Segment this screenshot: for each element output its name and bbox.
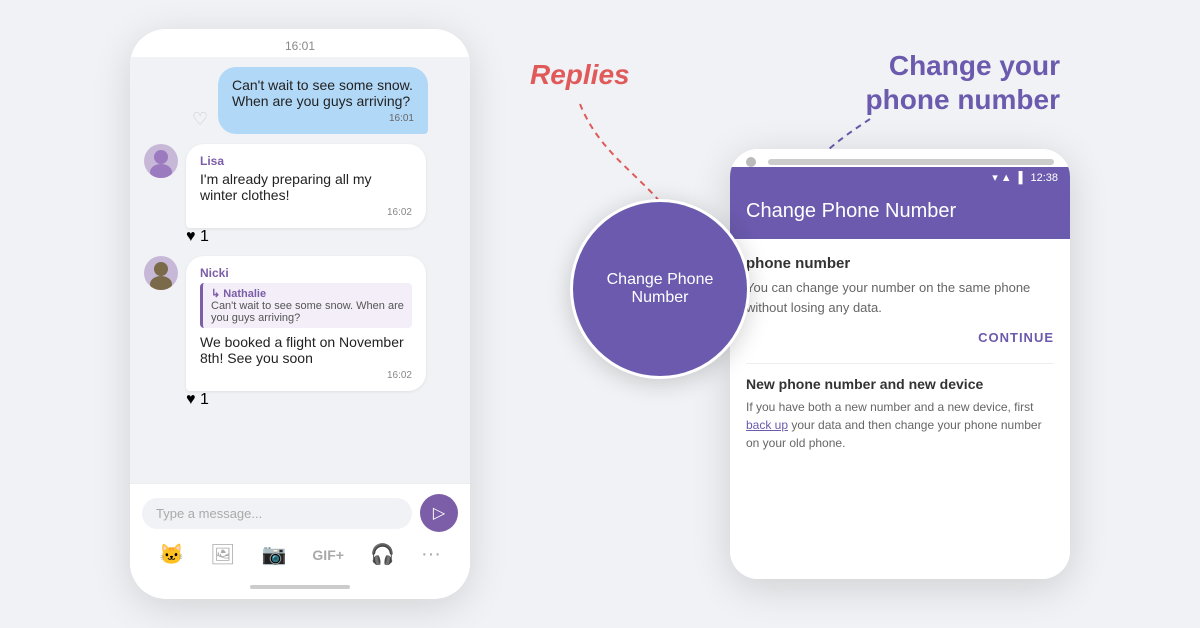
wifi-icon: ▾ bbox=[992, 171, 998, 184]
section2-title: New phone number and new device bbox=[746, 376, 1054, 392]
phone-notch bbox=[730, 149, 1070, 167]
right-section: Replies Change your phone number ▾ ▲ ▐ bbox=[510, 29, 1070, 599]
bubble-outgoing: Can't wait to see some snow. When are yo… bbox=[218, 67, 428, 134]
heart-icon-lisa: ♥ bbox=[186, 228, 196, 245]
home-bar bbox=[250, 585, 350, 589]
bubble-nicki: Nicki ↳ Nathalie Can't wait to see some … bbox=[186, 256, 426, 391]
magnifier-circle: Change Phone Number bbox=[570, 199, 750, 379]
heart-badge-nicki: ♥ 1 bbox=[186, 391, 426, 409]
section2-text-after: your data and then change your phone num… bbox=[746, 418, 1042, 450]
change-label-line2: phone number bbox=[866, 84, 1060, 115]
signal-icon: ▲ bbox=[1001, 172, 1012, 184]
phone-left: 16:01 ♡ Can't wait to see some snow. Whe… bbox=[130, 29, 470, 599]
more-icon[interactable]: ··· bbox=[421, 543, 441, 566]
notch-camera bbox=[746, 157, 756, 167]
gif-icon[interactable]: GIF+ bbox=[312, 547, 344, 563]
heart-count-nicki: 1 bbox=[200, 391, 209, 408]
reply-text: Can't wait to see some snow. When are yo… bbox=[211, 300, 404, 324]
bubble-lisa-text: I'm already preparing all my winter clot… bbox=[200, 171, 372, 203]
heart-icon-nicki: ♥ bbox=[186, 391, 196, 408]
magnifier-text: Change Phone Number bbox=[573, 271, 747, 307]
sender-lisa: Lisa bbox=[200, 154, 412, 168]
avatar-nicki bbox=[144, 256, 178, 290]
sender-nicki: Nicki bbox=[200, 266, 412, 280]
heart-count-lisa: 1 bbox=[200, 228, 209, 245]
emoji-icon[interactable]: 🐱 bbox=[159, 542, 184, 567]
phone-right: ▾ ▲ ▐ 12:38 Change Phone Number phone nu… bbox=[730, 149, 1070, 579]
input-bar: Type a message... ▷ 🐱 🖼 📷 GIF+ 🎧 ··· bbox=[130, 483, 470, 577]
status-time-left: 16:01 bbox=[285, 39, 315, 53]
section2-text: If you have both a new number and a new … bbox=[746, 398, 1054, 452]
phone-content: phone number You can change your number … bbox=[730, 239, 1070, 579]
camera-icon[interactable]: 📷 bbox=[261, 542, 286, 567]
reply-sender: ↳ Nathalie bbox=[211, 287, 404, 300]
icon-row: 🐱 🖼 📷 GIF+ 🎧 ··· bbox=[142, 542, 458, 567]
status-bar-left: 16:01 bbox=[130, 29, 470, 57]
phone-header: Change Phone Number bbox=[730, 188, 1070, 239]
backup-link[interactable]: back up bbox=[746, 418, 788, 432]
message-input[interactable]: Type a message... bbox=[142, 498, 412, 529]
change-label-line1: Change your bbox=[889, 50, 1060, 81]
battery-icon: ▐ bbox=[1015, 172, 1023, 184]
bubble-out-time: 16:01 bbox=[232, 113, 414, 124]
phone-header-title: Change Phone Number bbox=[746, 200, 1054, 223]
avatar-lisa bbox=[144, 144, 178, 178]
status-icons: ▾ ▲ ▐ bbox=[992, 171, 1022, 184]
chat-area: ♡ Can't wait to see some snow. When are … bbox=[130, 57, 470, 483]
continue-label: CONTINUE bbox=[978, 330, 1054, 345]
sticker-icon[interactable]: 🖼 bbox=[210, 542, 235, 567]
send-button[interactable]: ▷ bbox=[420, 494, 458, 532]
bubble-lisa-time: 16:02 bbox=[200, 207, 412, 218]
section1-title: phone number bbox=[746, 255, 1054, 272]
bubble-nicki-text: We booked a flight on November 8th! See … bbox=[200, 334, 404, 366]
magnifier-inner: Change Phone Number bbox=[573, 202, 747, 376]
bubble-lisa: Lisa I'm already preparing all my winter… bbox=[186, 144, 426, 228]
message-row-nicki: Nicki ↳ Nathalie Can't wait to see some … bbox=[144, 256, 456, 409]
audio-icon[interactable]: 🎧 bbox=[370, 542, 395, 567]
bubble-nicki-time: 16:02 bbox=[200, 370, 412, 381]
notch-bar bbox=[768, 159, 1054, 165]
heart-icon-out: ♡ bbox=[192, 109, 208, 130]
message-row-lisa: Lisa I'm already preparing all my winter… bbox=[144, 144, 456, 246]
status-time-right: 12:38 bbox=[1030, 172, 1058, 184]
home-indicator bbox=[130, 577, 470, 599]
input-placeholder: Type a message... bbox=[156, 506, 262, 521]
divider bbox=[746, 363, 1054, 364]
bubble-out-text: Can't wait to see some snow. When are yo… bbox=[232, 77, 413, 109]
heart-badge-lisa: ♥ 1 bbox=[186, 228, 426, 246]
section2-text-before: If you have both a new number and a new … bbox=[746, 400, 1034, 414]
reply-quote: ↳ Nathalie Can't wait to see some snow. … bbox=[200, 283, 412, 328]
change-label: Change your phone number bbox=[866, 49, 1060, 116]
input-row: Type a message... ▷ bbox=[142, 494, 458, 532]
statusbar-right: ▾ ▲ ▐ 12:38 bbox=[730, 167, 1070, 188]
continue-button[interactable]: CONTINUE bbox=[746, 317, 1054, 359]
section1-text: You can change your number on the same p… bbox=[746, 278, 1054, 317]
replies-label: Replies bbox=[530, 59, 630, 91]
